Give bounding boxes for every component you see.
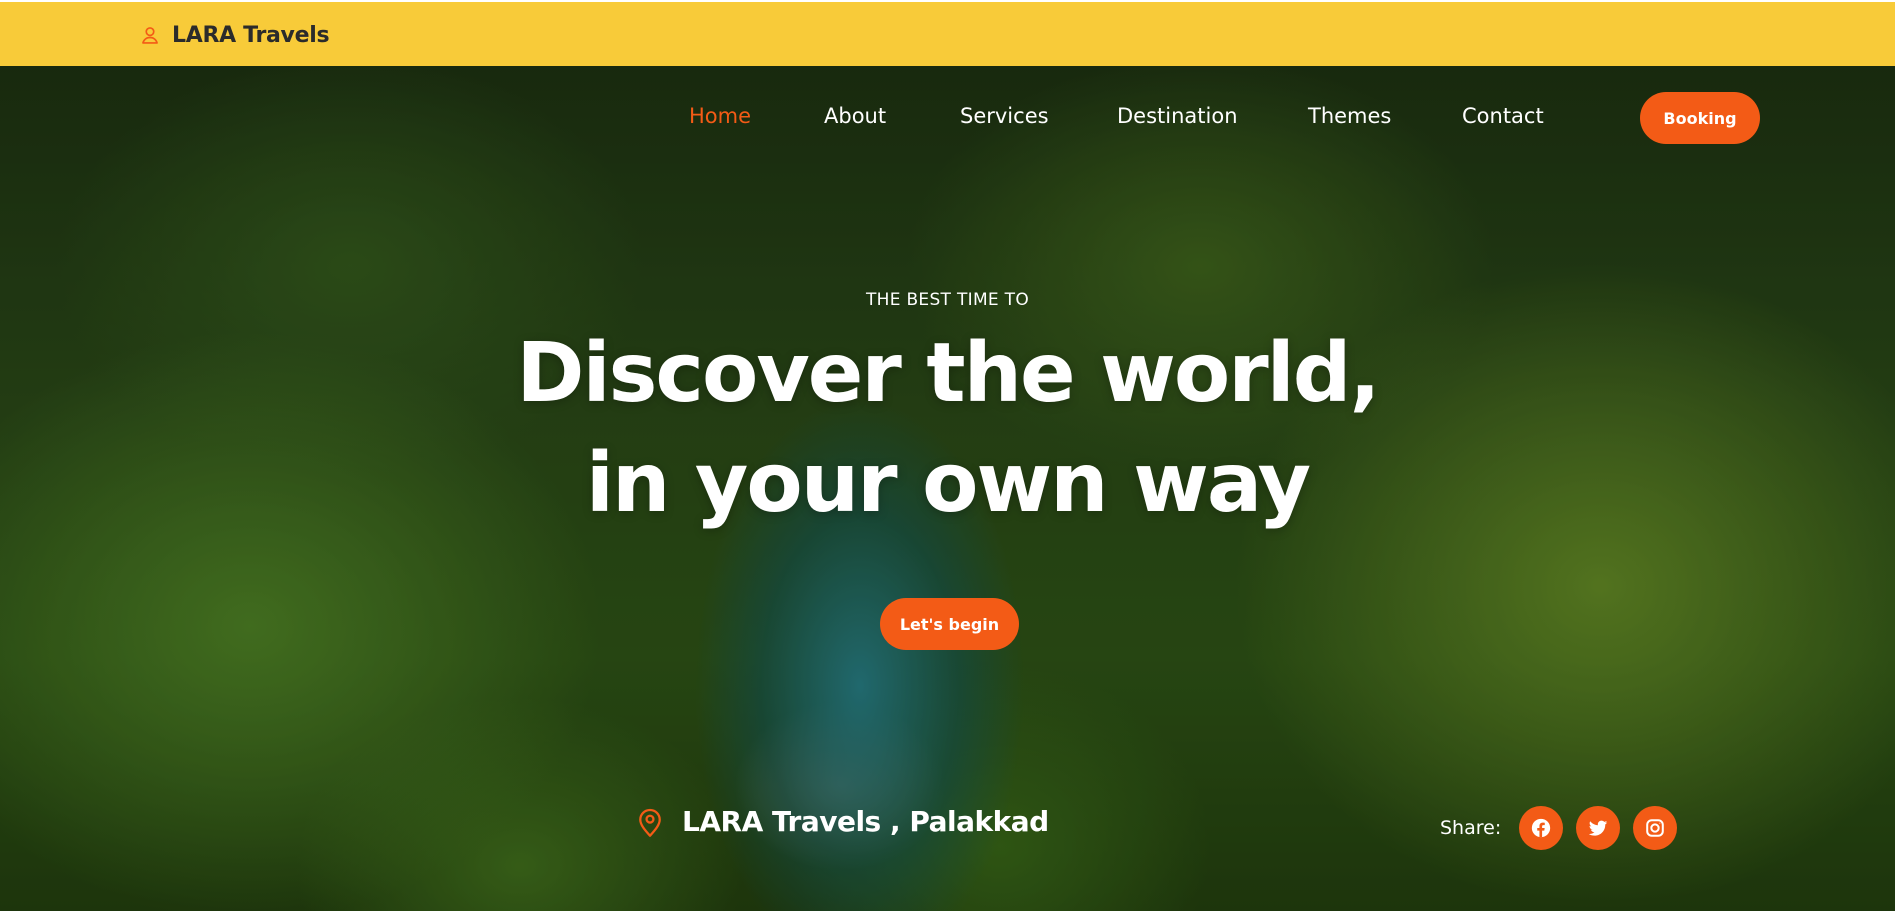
brand-name: LARA Travels: [172, 22, 330, 48]
hero-headline-line1: Discover the world,: [516, 326, 1380, 421]
share-label: Share:: [1440, 817, 1502, 839]
main-nav: Home About Services Destination Themes C…: [0, 66, 1895, 172]
facebook-icon: [1532, 818, 1551, 838]
top-bar: LARA Travels: [0, 0, 1895, 66]
hero-headline-line2: in your own way: [585, 436, 1311, 531]
nav-item-themes[interactable]: Themes: [1308, 104, 1391, 128]
twitter-icon: [1589, 820, 1608, 836]
hero-eyebrow: THE BEST TIME TO: [865, 290, 1030, 310]
brand[interactable]: LARA Travels: [140, 2, 330, 68]
map-pin-icon: [639, 808, 661, 837]
nav-item-destination[interactable]: Destination: [1117, 104, 1238, 128]
lets-begin-button[interactable]: Let's begin: [880, 598, 1019, 650]
nav-item-home[interactable]: Home: [689, 104, 751, 128]
instagram-button[interactable]: [1633, 806, 1678, 850]
page: LARA Travels Home About Services Destina…: [0, 0, 1895, 911]
share-bar: Share:: [1440, 806, 1690, 850]
booking-button[interactable]: Booking: [1640, 92, 1760, 144]
nav-item-about[interactable]: About: [824, 104, 886, 128]
instagram-icon: [1646, 819, 1665, 837]
user-icon: [142, 27, 158, 44]
facebook-button[interactable]: [1519, 806, 1564, 850]
nav-item-contact[interactable]: Contact: [1462, 104, 1544, 128]
nav-item-services[interactable]: Services: [960, 104, 1049, 128]
twitter-button[interactable]: [1576, 806, 1621, 850]
location-text: LARA Travels , Palakkad: [682, 805, 1049, 838]
location: LARA Travels , Palakkad: [636, 805, 1049, 838]
